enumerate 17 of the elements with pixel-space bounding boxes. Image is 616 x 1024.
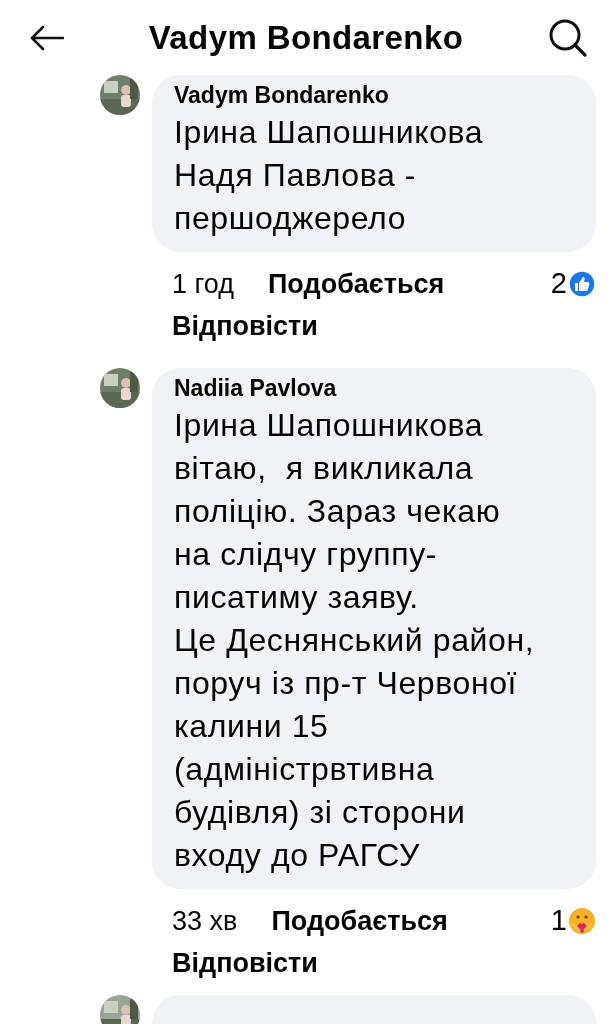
reaction-count: 2 xyxy=(550,266,567,302)
care-reaction-icon xyxy=(568,907,596,935)
comment-author[interactable]: Nadiia Pavlova xyxy=(174,372,582,404)
page-title: Vadym Bondarenko xyxy=(147,17,465,58)
comment-text: Ірина Шапошникова вітаю, я викликала поліцію. Зараз чекаю на слідчу группу- писатиму заяву. Це Деснянський район, поруч із пр-т Червоної калини 15 (адміністрвтивна будівля) зі сторони входу до РАГСУ xyxy=(174,406,536,875)
back-icon[interactable] xyxy=(30,24,64,51)
comment-text: Ірина Шапошникова Надя Павлова - першоджерело xyxy=(174,113,485,238)
reply-link[interactable]: Відповісти xyxy=(172,306,596,346)
like-link[interactable]: Подобається xyxy=(271,900,448,942)
comment-time: 1 год xyxy=(172,267,234,301)
like-reaction-icon xyxy=(568,270,596,298)
comment-author[interactable]: Vadym Bondarenko xyxy=(174,79,582,111)
comment-time: 33 хв xyxy=(172,904,238,938)
search-icon[interactable] xyxy=(548,17,588,58)
like-link[interactable]: Подобається xyxy=(267,263,445,305)
reply-link[interactable]: Відповісти xyxy=(172,943,596,983)
reaction-count: 1 xyxy=(550,903,567,939)
